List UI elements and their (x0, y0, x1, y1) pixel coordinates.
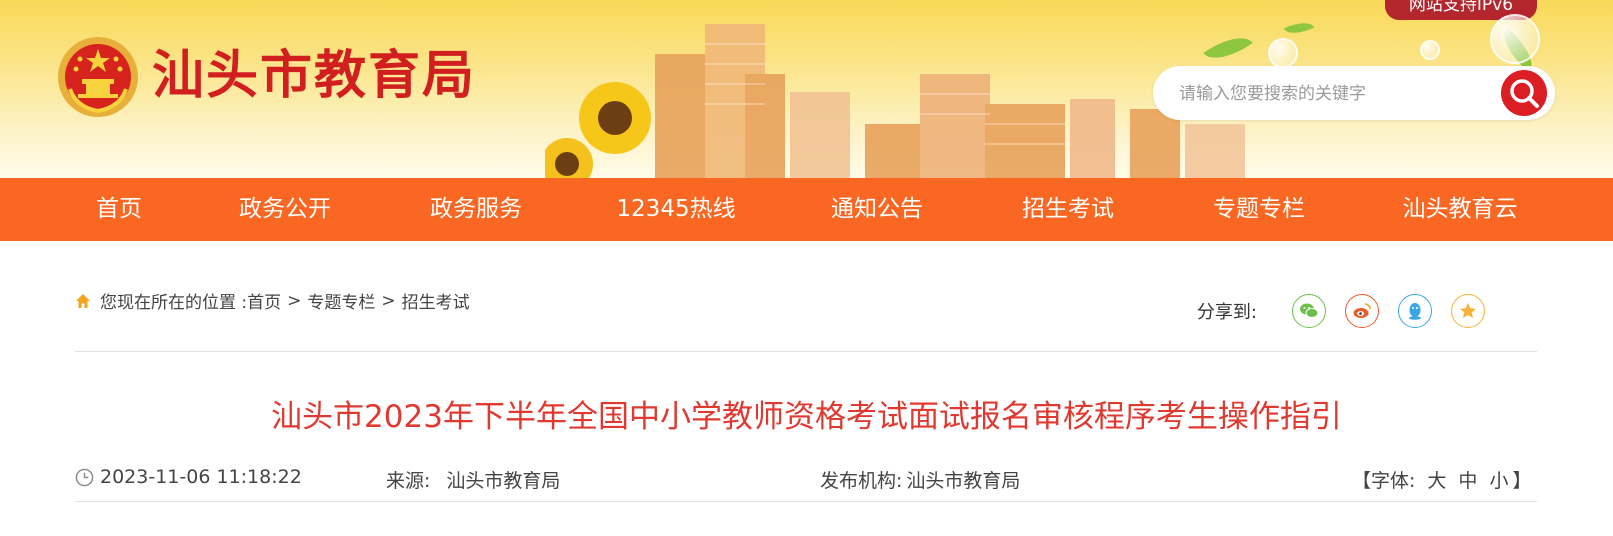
nav-item-admissions-exams[interactable]: 招生考试 (1022, 178, 1114, 241)
search-button[interactable] (1501, 70, 1547, 116)
source-label: 来源: (386, 470, 431, 492)
article-source: 来源: 汕头市教育局 (386, 466, 560, 493)
wechat-icon (1300, 303, 1319, 318)
publisher-label: 发布机构: (820, 470, 903, 492)
font-size-control: 【字体: 大 中 小 】 (1352, 466, 1531, 493)
article-publisher: 发布机构: 汕头市教育局 (820, 466, 1020, 493)
publisher-value: 汕头市教育局 (906, 470, 1021, 492)
font-size-close-bracket: 】 (1512, 470, 1532, 492)
qq-penguin-icon (1409, 303, 1421, 320)
home-icon (76, 293, 90, 308)
nav-item-12345-hotline[interactable]: 12345热线 (616, 178, 735, 241)
site-title: 汕头市教育局 (152, 45, 477, 106)
share-wechat-button[interactable] (1292, 294, 1326, 328)
breadcrumb-prefix: 您现在所在的位置 : (100, 293, 248, 313)
share-weibo-button[interactable] (1345, 294, 1379, 328)
share-qzone-button[interactable] (1451, 294, 1485, 328)
breadcrumb-link-special-topics[interactable]: 专题专栏 (307, 288, 375, 313)
nav-item-home[interactable]: 首页 (96, 178, 142, 241)
breadcrumb-link-home[interactable]: 首页 (247, 288, 281, 313)
share-bar: 分享到: (1197, 294, 1485, 328)
main-nav: 首页 政务公开 政务服务 12345热线 通知公告 招生考试 专题专栏 汕头教育… (0, 178, 1613, 241)
nav-item-government-services[interactable]: 政务服务 (430, 178, 522, 241)
national-emblem-icon (58, 37, 138, 117)
qzone-star-icon (1460, 303, 1476, 318)
share-label: 分享到: (1196, 302, 1257, 323)
font-size-label: 【字体: (1352, 470, 1416, 492)
weibo-icon (1353, 303, 1371, 318)
publish-datetime: 2023-11-06 11:18:22 (75, 466, 302, 488)
bubble-decoration (1490, 14, 1540, 64)
clock-icon (75, 468, 94, 486)
nav-item-special-topics[interactable]: 专题专栏 (1213, 178, 1305, 241)
datetime-value: 2023-11-06 11:18:22 (100, 466, 302, 488)
divider (75, 501, 1537, 502)
font-size-large-button[interactable]: 大 (1427, 466, 1446, 493)
nav-item-notices[interactable]: 通知公告 (831, 178, 923, 241)
font-size-medium-button[interactable]: 中 (1458, 466, 1477, 493)
nav-item-government-affairs[interactable]: 政务公开 (239, 178, 331, 241)
nav-item-education-cloud[interactable]: 汕头教育云 (1403, 178, 1518, 241)
search-input[interactable] (1177, 78, 1481, 110)
search-box (1153, 66, 1555, 120)
bubble-decoration (1420, 40, 1440, 60)
site-header: 汕头市教育局 网站支持IPv6 (0, 0, 1613, 178)
font-size-small-button[interactable]: 小 (1489, 466, 1508, 493)
breadcrumb-link-admissions-exams[interactable]: 招生考试 (402, 288, 470, 313)
leaf-decoration (1283, 16, 1315, 40)
bubble-decoration (1268, 38, 1298, 68)
share-qq-button[interactable] (1398, 294, 1432, 328)
divider (75, 351, 1537, 352)
breadcrumb: 您现在所在的位置 : 首页 > 专题专栏 > 招生考试 (74, 288, 470, 313)
breadcrumb-separator: > (381, 290, 396, 311)
breadcrumb-separator: > (287, 290, 302, 311)
article-title: 汕头市2023年下半年全国中小学教师资格考试面试报名审核程序考生操作指引 (271, 399, 1342, 435)
search-icon (1510, 79, 1539, 108)
source-value: 汕头市教育局 (446, 470, 561, 492)
